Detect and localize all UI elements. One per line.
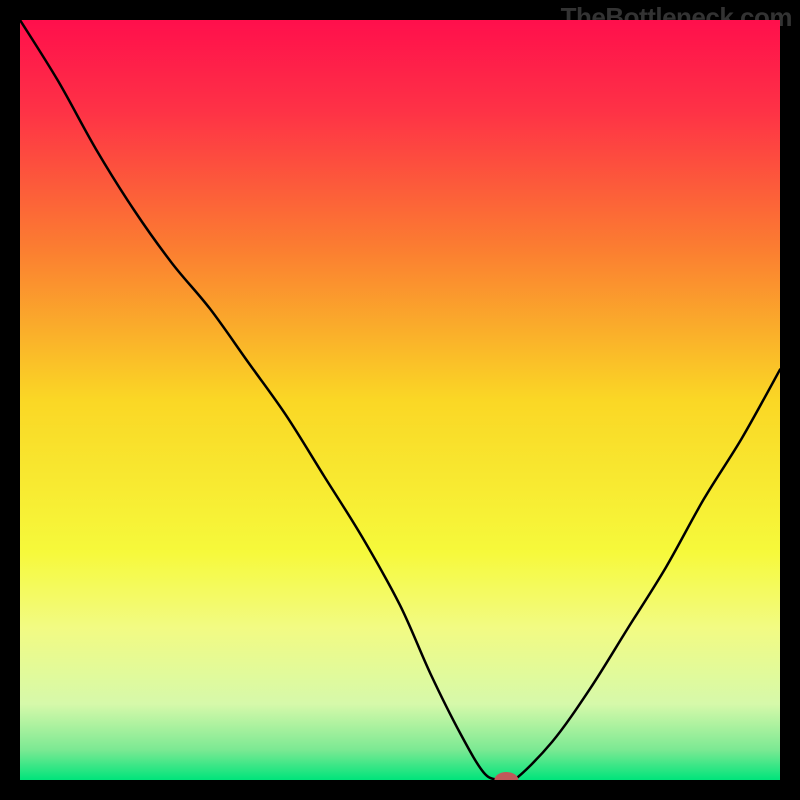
chart-frame: TheBottleneck.com bbox=[0, 0, 800, 800]
chart-svg bbox=[20, 20, 780, 780]
plot-area bbox=[20, 20, 780, 780]
gradient-background bbox=[20, 20, 780, 780]
